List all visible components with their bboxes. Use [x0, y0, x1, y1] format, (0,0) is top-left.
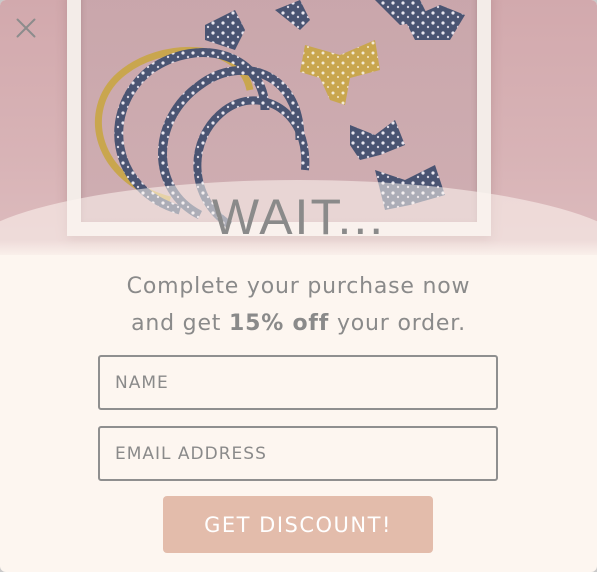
headline: WAIT...: [211, 189, 386, 245]
email-field[interactable]: [98, 426, 498, 481]
name-field[interactable]: [98, 355, 498, 410]
offer-text: Complete your purchase now and get 15% o…: [0, 268, 597, 342]
offer-line-2: and get 15% off your order.: [131, 311, 466, 336]
discount-amount: 15% off: [229, 311, 330, 336]
close-button[interactable]: [10, 12, 42, 44]
offer-line-1: Complete your purchase now: [126, 274, 471, 299]
discount-popup: WAIT... Complete your purchase now and g…: [0, 0, 597, 572]
get-discount-button[interactable]: GET DISCOUNT!: [163, 496, 433, 553]
